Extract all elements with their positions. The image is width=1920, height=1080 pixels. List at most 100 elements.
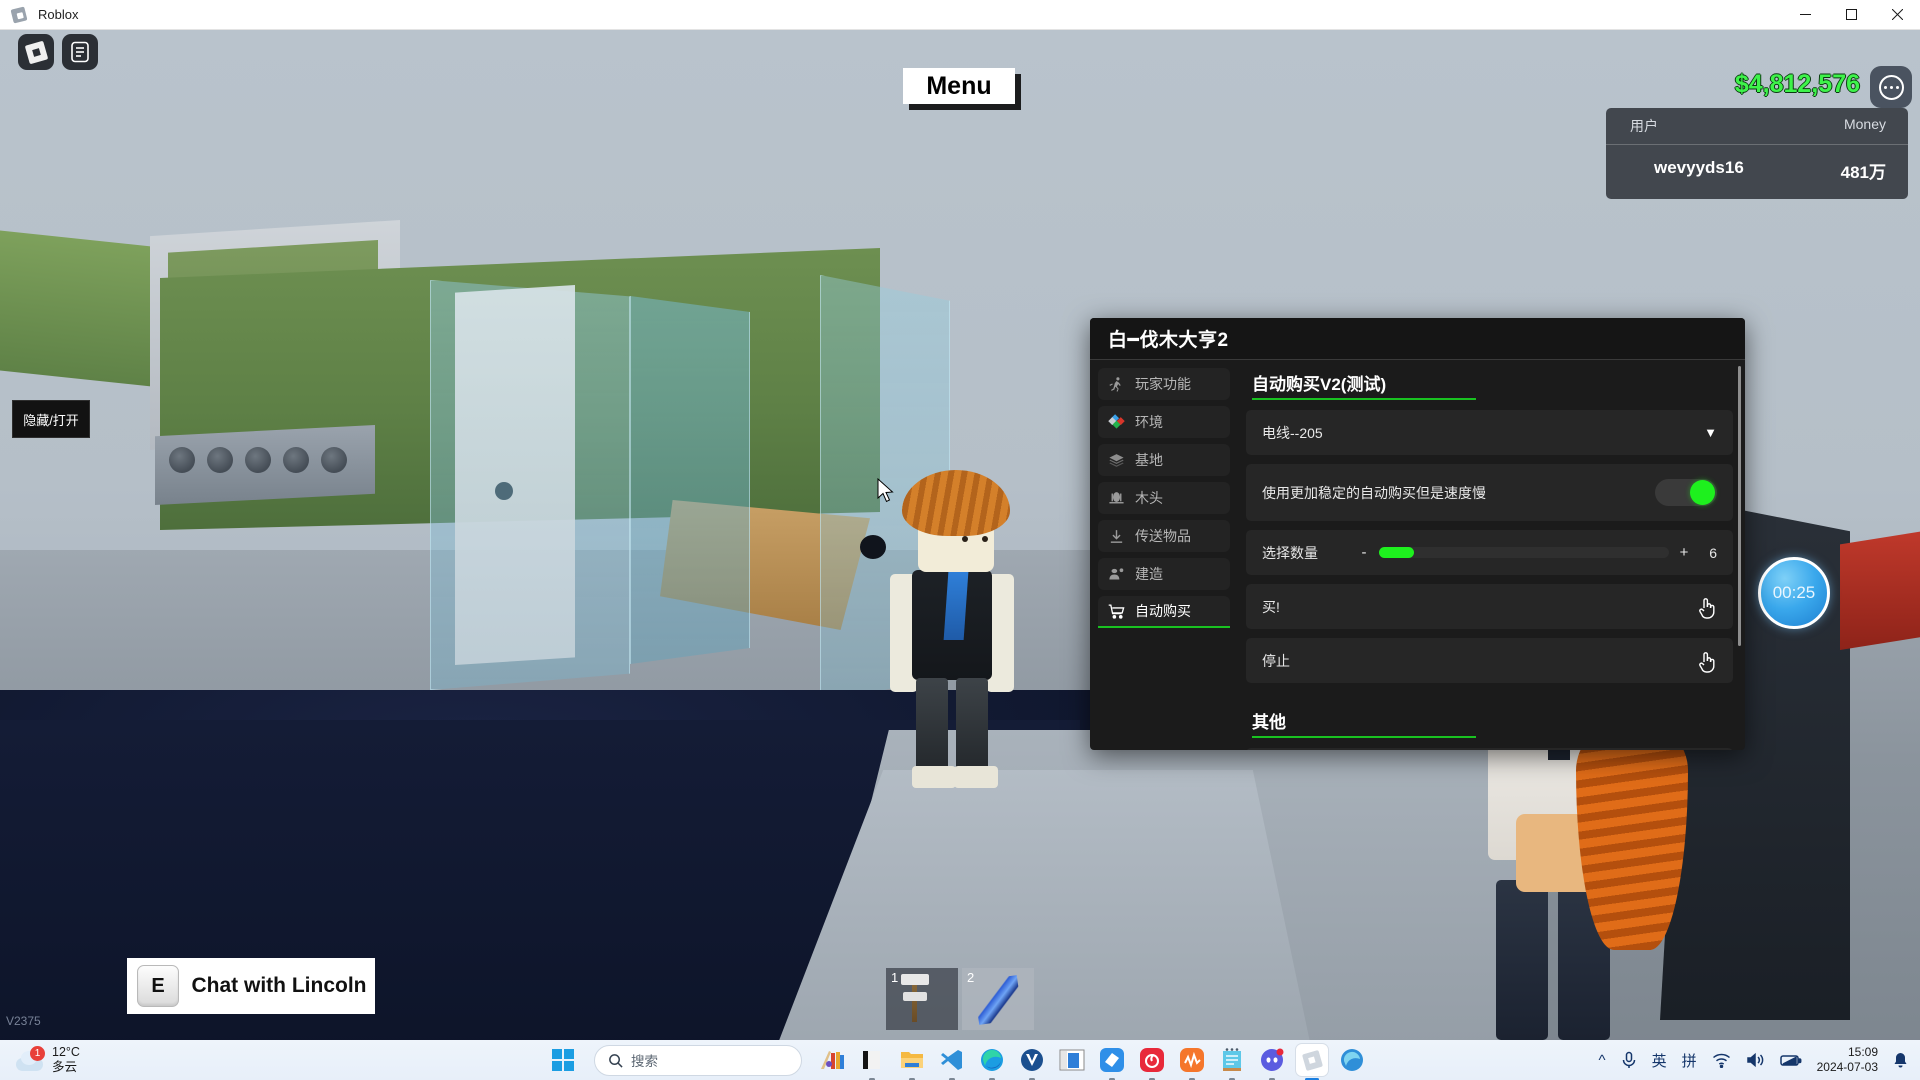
slider-label: 选择数量 — [1262, 544, 1318, 561]
vmware-icon[interactable] — [1016, 1044, 1048, 1080]
runner-icon — [1109, 376, 1121, 392]
section-title-other: 其他 — [1252, 713, 1286, 732]
section-rule — [1252, 398, 1476, 400]
edge-dev-icon[interactable] — [1336, 1044, 1368, 1076]
dark-prop — [860, 535, 886, 559]
buy-button-row[interactable]: 买! — [1246, 584, 1733, 629]
leaderboard-col-money: Money — [1843, 116, 1886, 132]
ime-mode-button[interactable]: 拼 — [1682, 1050, 1697, 1071]
mouse-cursor — [877, 478, 894, 503]
roblox-icon — [10, 6, 28, 24]
wechat-icon[interactable] — [1096, 1044, 1128, 1080]
document-icon[interactable] — [62, 34, 98, 70]
vscode-icon[interactable] — [936, 1044, 968, 1080]
dropdown-item-selector[interactable]: 电线--205 ▼ — [1246, 410, 1733, 455]
app-orange-icon[interactable] — [1176, 1044, 1208, 1080]
nav-label: 玩家功能 — [1135, 376, 1191, 392]
bell-icon[interactable] — [1893, 1052, 1908, 1069]
more-icon[interactable] — [1870, 66, 1912, 108]
netease-music-icon[interactable] — [1136, 1044, 1168, 1080]
stop-button-label: 停止 — [1262, 652, 1290, 669]
maximize-button[interactable] — [1828, 0, 1874, 30]
chat-prompt-label: Chat with Lincoln — [191, 973, 367, 997]
chevron-up-icon[interactable]: ^ — [1599, 1052, 1606, 1069]
edge-icon[interactable] — [976, 1044, 1008, 1080]
timer-badge: 00:25 — [1758, 557, 1830, 629]
chat-prompt[interactable]: E Chat with Lincoln — [127, 958, 375, 1014]
dropdown-value: 电线--205 — [1262, 424, 1323, 441]
weather-widget[interactable]: 1 12°C 多云 — [0, 1045, 80, 1076]
increase-button[interactable]: + — [1678, 544, 1690, 561]
layers-icon — [1109, 453, 1124, 467]
barracks-range-row[interactable]: 军营全范围 — [1246, 748, 1733, 750]
nav-label: 环境 — [1135, 414, 1163, 430]
close-button[interactable] — [1874, 0, 1920, 30]
clock-date: 2024-07-03 — [1816, 1060, 1878, 1074]
file-explorer-icon[interactable] — [896, 1044, 928, 1080]
system-tray: ^ 英 拼 15:09 2024-07-03 — [1599, 1045, 1920, 1075]
hotbar[interactable]: 1 2 — [886, 968, 1034, 1030]
panel-scrollbar[interactable] — [1738, 366, 1741, 646]
taskbar-clock[interactable]: 15:09 2024-07-03 — [1817, 1045, 1878, 1075]
cheat-panel[interactable]: 白━伐木大亨2 玩家功能 环境 基地 木头 传送物品 建造 自动购买 自动购买V… — [1090, 318, 1745, 750]
game-viewport[interactable]: 隐藏/打开 Menu $4,812,576 用户 Money wevyyds16… — [0, 30, 1920, 1040]
ime-lang-button[interactable]: 英 — [1652, 1050, 1667, 1071]
wifi-icon[interactable] — [1712, 1052, 1731, 1068]
leaderboard-username: wevyyds16 — [1654, 158, 1744, 177]
stable-autobuy-toggle[interactable] — [1655, 479, 1717, 506]
diamonds-icon — [1108, 413, 1125, 429]
nav-item-base[interactable]: 基地 — [1098, 444, 1230, 476]
taskbar: 1 12°C 多云 搜索 ^ 英 拼 15:09 2024-07-03 — [0, 1040, 1920, 1080]
panel-content[interactable]: 自动购买V2(测试) 电线--205 ▼ 使用更加稳定的自动购买但是速度慢 选择… — [1236, 360, 1745, 750]
nav-item-environment[interactable]: 环境 — [1098, 406, 1230, 438]
nav-item-player-features[interactable]: 玩家功能 — [1098, 368, 1230, 400]
wood-icon — [1109, 491, 1124, 503]
clock-time: 15:09 — [1847, 1045, 1878, 1059]
white-door — [455, 285, 575, 665]
axe-icon — [901, 974, 929, 1022]
hotbar-slot-2[interactable]: 2 — [962, 968, 1034, 1030]
npc-avatar — [1460, 670, 1688, 1040]
microphone-icon[interactable] — [1621, 1051, 1637, 1069]
nav-item-teleport-items[interactable]: 传送物品 — [1098, 520, 1230, 552]
buy-button-label: 买! — [1262, 598, 1280, 615]
nav-item-wood[interactable]: 木头 — [1098, 482, 1230, 514]
windows-start-icon[interactable] — [552, 1049, 574, 1071]
hotbar-slot-1[interactable]: 1 — [886, 968, 958, 1030]
hide-toggle-button[interactable]: 隐藏/打开 — [12, 400, 90, 438]
window-titlebar: Roblox — [0, 0, 1920, 30]
volume-icon[interactable] — [1746, 1052, 1765, 1068]
discord-icon[interactable] — [1256, 1044, 1288, 1080]
cart-icon — [1108, 603, 1125, 619]
quantity-value: 6 — [1709, 544, 1717, 561]
sword-icon — [973, 975, 1023, 1025]
cloud-icon: 1 — [14, 1046, 45, 1073]
nav-label: 传送物品 — [1135, 528, 1191, 544]
notepad-icon[interactable] — [1216, 1044, 1248, 1080]
leaderboard-money: 481万 — [1840, 163, 1886, 182]
roblox-icon[interactable] — [1296, 1044, 1328, 1080]
player-avatar — [890, 470, 1020, 790]
nav-item-build[interactable]: 建造 — [1098, 558, 1230, 590]
minimize-button[interactable] — [1782, 0, 1828, 30]
battery-icon[interactable] — [1779, 1053, 1802, 1067]
search-placeholder: 搜索 — [631, 1054, 658, 1069]
leaderboard-header: 用户 Money — [1606, 108, 1908, 145]
notes-icon[interactable] — [856, 1044, 888, 1080]
nav-label: 自动购买 — [1135, 603, 1191, 619]
menu-button[interactable]: Menu — [903, 68, 1015, 104]
bookshelf-icon[interactable] — [816, 1044, 848, 1076]
roblox-app-icon[interactable] — [18, 34, 54, 70]
download-icon — [1110, 529, 1123, 543]
quantity-slider-row[interactable]: 选择数量 - + 6 — [1246, 530, 1733, 575]
window-controls — [1782, 0, 1920, 30]
window-icon[interactable] — [1056, 1044, 1088, 1076]
search-input[interactable]: 搜索 — [594, 1044, 802, 1076]
person-gear-icon — [1109, 567, 1124, 579]
nav-item-auto-buy[interactable]: 自动购买 — [1098, 596, 1230, 628]
stop-button-row[interactable]: 停止 — [1246, 638, 1733, 683]
stable-autobuy-toggle-row[interactable]: 使用更加稳定的自动购买但是速度慢 — [1246, 464, 1733, 521]
decrease-button[interactable]: - — [1358, 544, 1370, 561]
panel-nav[interactable]: 玩家功能 环境 基地 木头 传送物品 建造 自动购买 — [1090, 360, 1236, 750]
quantity-slider-track[interactable] — [1379, 547, 1669, 558]
